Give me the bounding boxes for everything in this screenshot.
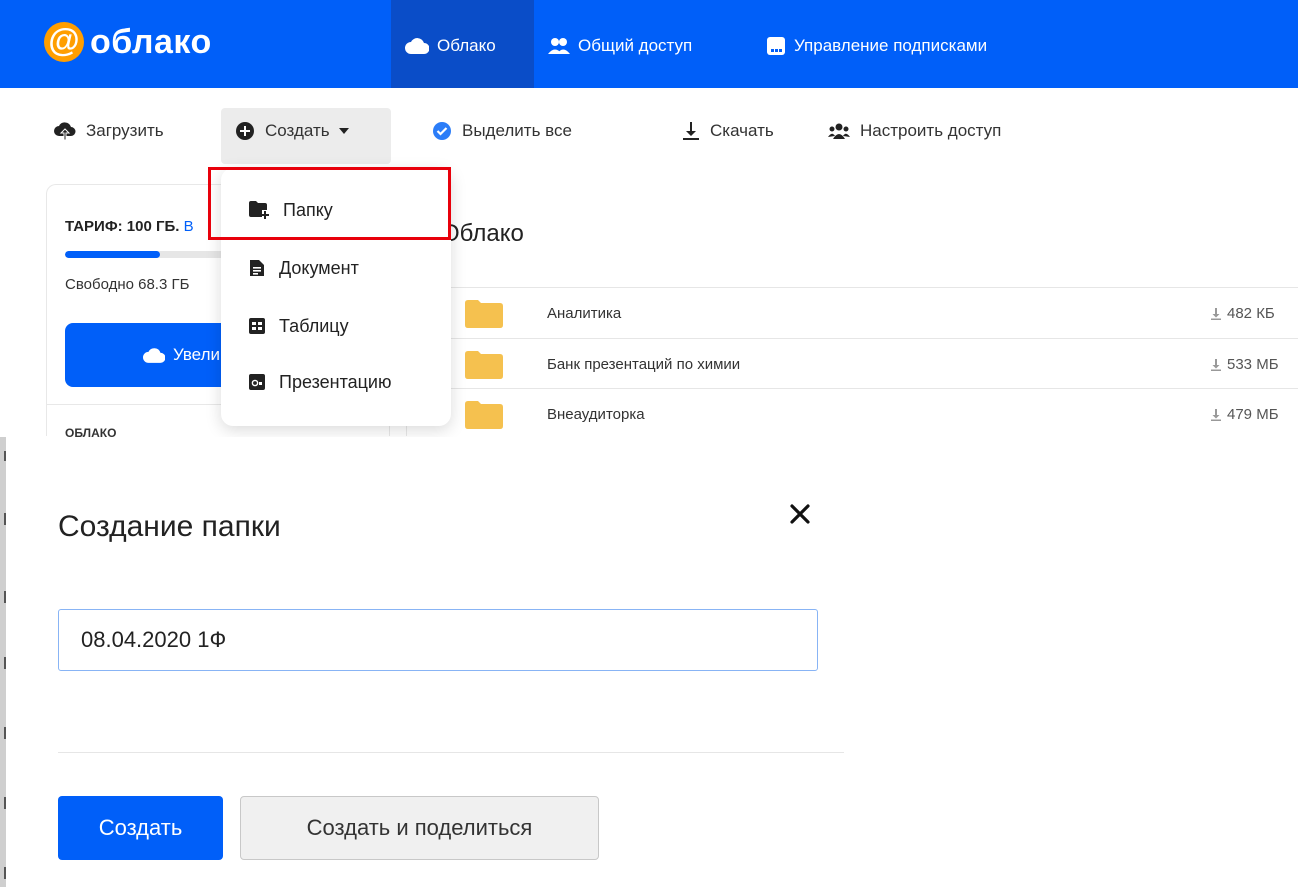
select-all-button[interactable]: Выделить все [432, 121, 572, 141]
file-name: Аналитика [547, 305, 622, 322]
folder-name-input[interactable] [58, 609, 818, 671]
file-size: 482 КБ [1211, 305, 1275, 322]
folder-icon [465, 401, 503, 429]
file-name: Внеаудиторка [547, 406, 645, 423]
file-row[interactable]: Банк презентаций по химии 533 МБ [441, 339, 1298, 389]
subscriptions-icon [767, 37, 785, 55]
menu-item-document[interactable]: Документ [221, 240, 451, 296]
dialog-divider [58, 752, 844, 753]
free-space-text: Свободно 68.3 ГБ [65, 276, 190, 293]
cloud-icon [143, 347, 165, 363]
menu-item-presentation[interactable]: Презентацию [221, 354, 451, 410]
file-row[interactable]: Аналитика 482 КБ [441, 288, 1298, 338]
nav-cloud-label: Облако [437, 36, 496, 55]
nav-subscriptions-label: Управление подписками [794, 36, 988, 55]
create-folder-button[interactable]: Создать [58, 796, 223, 860]
file-size: 533 МБ [1211, 356, 1279, 373]
logo[interactable]: @ облако [44, 22, 212, 62]
page-title: Облако [441, 220, 524, 247]
menu-item-label: Документ [279, 257, 359, 278]
upload-button[interactable]: Загрузить [54, 121, 164, 141]
select-all-label: Выделить все [462, 121, 572, 140]
configure-access-button[interactable]: Настроить доступ [828, 121, 1001, 141]
close-icon [790, 504, 810, 524]
tariff-link[interactable]: В [184, 218, 194, 235]
logo-at-icon: @ [44, 22, 84, 62]
storage-progress-fill [65, 251, 161, 258]
highlight-annotation [208, 167, 451, 240]
create-label: Создать [265, 121, 330, 140]
download-small-icon [1211, 307, 1221, 320]
menu-item-label: Таблицу [279, 315, 349, 336]
plus-circle-icon [236, 122, 254, 140]
download-button[interactable]: Скачать [682, 121, 774, 141]
caret-down-icon [338, 128, 349, 134]
check-circle-icon [433, 122, 451, 140]
close-button[interactable] [782, 496, 818, 532]
table-icon [249, 318, 265, 334]
file-row[interactable]: Внеаудиторка 479 МБ [441, 389, 1298, 439]
document-icon [250, 260, 264, 276]
file-name: Банк презентаций по химии [547, 356, 741, 373]
download-small-icon [1211, 408, 1221, 421]
people-icon [548, 38, 570, 54]
upload-cloud-icon [54, 122, 76, 141]
configure-access-label: Настроить доступ [860, 121, 1002, 140]
download-icon [683, 122, 699, 140]
tariff-info: ТАРИФ: 100 ГБ. В [65, 218, 194, 235]
menu-item-label: Презентацию [279, 371, 392, 392]
create-and-share-button[interactable]: Создать и поделиться [240, 796, 599, 860]
group-icon [828, 123, 850, 139]
create-button[interactable]: Создать [235, 121, 350, 141]
folder-icon [465, 300, 503, 328]
menu-item-table[interactable]: Таблицу [221, 298, 451, 354]
nav-cloud[interactable]: Облако [405, 36, 496, 56]
file-size-value: 533 МБ [1227, 356, 1279, 373]
download-small-icon [1211, 358, 1221, 371]
upload-label: Загрузить [86, 121, 164, 140]
file-size-value: 479 МБ [1227, 406, 1279, 423]
logo-text: облако [90, 23, 212, 61]
dialog-title: Создание папки [58, 510, 281, 543]
nav-shared-label: Общий доступ [578, 36, 693, 55]
presentation-icon [249, 374, 265, 390]
window-left-edge [0, 437, 6, 887]
tariff-label: ТАРИФ: 100 ГБ. [65, 218, 180, 235]
cloud-icon [405, 38, 429, 54]
file-size: 479 МБ [1211, 406, 1279, 423]
folder-icon [465, 351, 503, 379]
nav-shared[interactable]: Общий доступ [548, 36, 692, 56]
top-header: @ облако Облако Общий доступ Управление … [0, 0, 1298, 88]
download-label: Скачать [710, 121, 774, 140]
nav-subscriptions[interactable]: Управление подписками [766, 36, 987, 56]
file-size-value: 482 КБ [1227, 305, 1275, 322]
